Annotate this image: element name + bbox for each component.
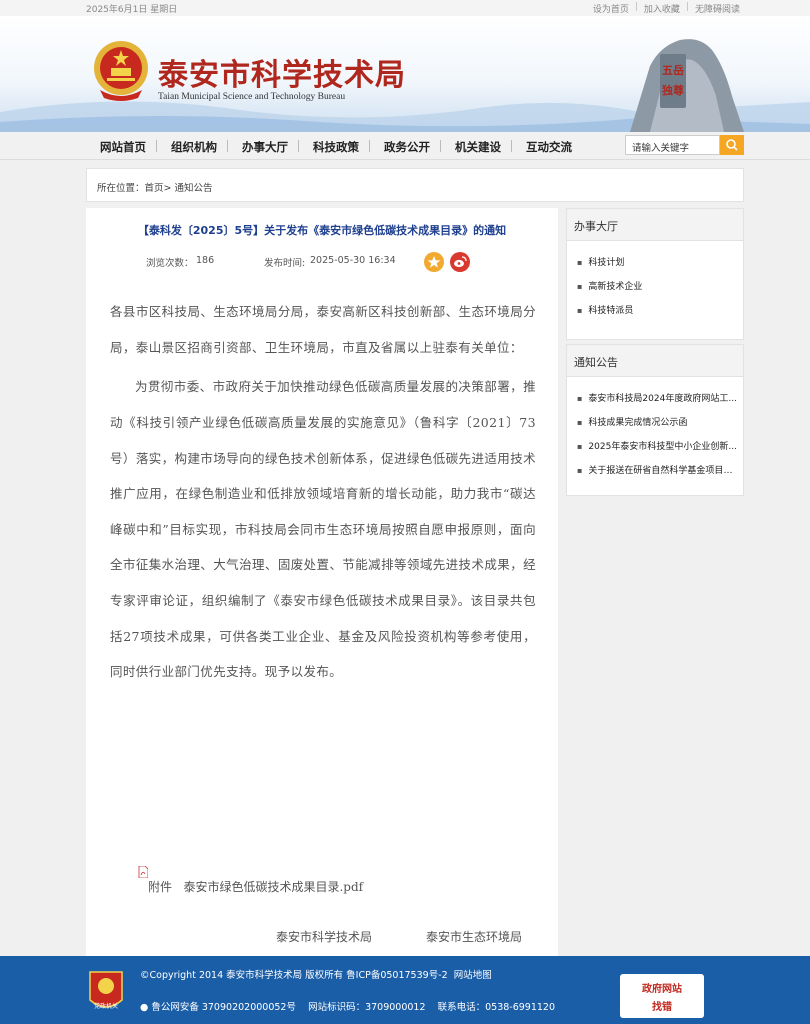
article-panel: 【泰科发〔2025〕5号】关于发布《泰安市绿色低碳技术成果目录》的通知 浏览次数… [86, 208, 558, 956]
footer-line-1: ©Copyright 2014 泰安市科学技术局 版权所有 鲁ICP备05017… [140, 967, 492, 981]
breadcrumb: 所在位置：首页> 通知公告 [86, 168, 744, 202]
sidebar-notices-list: 泰安市科技局2024年度政府网站工... 科技成果完成情况公示函 2025年泰安… [567, 377, 743, 489]
views-count: 186 [196, 255, 215, 266]
nav-item-government-affairs[interactable]: 政务公开 [384, 139, 430, 155]
sidebar-item-tech-plan[interactable]: 科技计划 [577, 251, 743, 275]
top-links: 设为首页 | 加入收藏 | 无障碍阅读 [593, 2, 740, 15]
star-icon [427, 256, 441, 268]
national-emblem-icon [94, 41, 148, 101]
breadcrumb-label: 所在位置： [97, 183, 145, 194]
site-banner: 泰安市科学技术局 Taian Municipal Science and Tec… [0, 16, 810, 132]
pdf-icon [138, 866, 148, 878]
svg-text:独尊: 独尊 [661, 83, 684, 97]
search-button[interactable] [720, 135, 744, 155]
breadcrumb-home[interactable]: 首页 [145, 183, 164, 194]
breadcrumb-current[interactable]: 通知公告 [175, 183, 213, 194]
sidebar-notice-item[interactable]: 泰安市科技局2024年度政府网站工... [577, 387, 743, 411]
nav-item-organ-building[interactable]: 机关建设 [455, 139, 501, 155]
signer-science-bureau: 泰安市科学技术局 [276, 930, 373, 944]
nav-item-service-hall[interactable]: 办事大厅 [242, 139, 288, 155]
svg-text:五岳: 五岳 [662, 63, 684, 77]
article-paragraph: 为贯彻市委、市政府关于加快推动绿色低碳高质量发展的决策部署，推动《科技引领产业绿… [110, 379, 536, 680]
sidebar-notice-item[interactable]: 2025年泰安市科技型中小企业创新... [577, 435, 743, 459]
nav-item-policy[interactable]: 科技政策 [313, 139, 359, 155]
site-title: 泰安市科学技术局 [158, 58, 406, 93]
sidebar-notices-title: 通知公告 [567, 345, 743, 377]
set-home-link[interactable]: 设为首页 [593, 2, 629, 15]
share-qzone-button[interactable] [424, 252, 444, 272]
site-footer: 党政机关 ©Copyright 2014 泰安市科学技术局 版权所有 鲁ICP备… [0, 956, 810, 1024]
attachment-link[interactable]: 泰安市绿色低碳技术成果目录.pdf [183, 880, 363, 894]
site-subtitle: Taian Municipal Science and Technology B… [158, 92, 346, 102]
search-icon [726, 139, 738, 151]
sidebar-service-title: 办事大厅 [567, 209, 743, 241]
mount-tai-image: 五岳 独尊 [630, 39, 744, 132]
sidebar-item-tech-commissioner[interactable]: 科技特派员 [577, 299, 743, 323]
nav-divider [369, 140, 370, 152]
sidebar-service-list: 科技计划 高新技术企业 科技特派员 [567, 241, 743, 329]
nav-divider [440, 140, 441, 152]
svg-text:党政机关: 党政机关 [94, 1002, 118, 1010]
search-input[interactable]: 请输入关键字 [625, 135, 720, 155]
published-label: 发布时间: [264, 258, 306, 269]
sidebar-notice-item[interactable]: 科技成果完成情况公示函 [577, 411, 743, 435]
published-time: 2025-05-30 16:34 [310, 255, 396, 266]
attachment-label: 附件 [148, 880, 173, 894]
attachment-row: 附件 泰安市绿色低碳技术成果目录.pdf [148, 878, 363, 895]
views-label: 浏览次数： [146, 258, 194, 269]
breadcrumb-separator: > [163, 183, 175, 194]
article-body: 各县市区科技局、生态环境局分局，泰安高新区科技创新部、生态环境局分局，泰山景区招… [110, 294, 536, 690]
sidebar-service-hall: 办事大厅 科技计划 高新技术企业 科技特派员 [566, 208, 744, 340]
nav-item-interaction[interactable]: 互动交流 [526, 139, 572, 155]
footer-copyright: ©Copyright 2014 泰安市科学技术局 版权所有 鲁ICP备05017… [140, 970, 448, 981]
current-date: 2025年6月1日 星期日 [86, 5, 178, 15]
article-salutation: 各县市区科技局、生态环境局分局，泰安高新区科技创新部、生态环境局分局，泰山景区招… [110, 304, 536, 355]
top-bar: 2025年6月1日 星期日 设为首页 | 加入收藏 | 无障碍阅读 [0, 0, 810, 16]
footer-sitemap-link[interactable]: 网站地图 [454, 970, 492, 981]
weibo-icon [454, 256, 467, 268]
article-title: 【泰科发〔2025〕5号】关于发布《泰安市绿色低碳技术成果目录》的通知 [137, 224, 507, 237]
police-icon: ● [140, 1002, 149, 1013]
separator: | [685, 2, 689, 12]
sidebar-item-hightech-enterprise[interactable]: 高新技术企业 [577, 275, 743, 299]
signer-environment-bureau: 泰安市生态环境局 [426, 930, 523, 944]
party-gov-badge-icon[interactable]: 党政机关 [86, 970, 126, 1014]
sidebar-notices: 通知公告 泰安市科技局2024年度政府网站工... 科技成果完成情况公示函 20… [566, 344, 744, 496]
separator: | [634, 2, 638, 12]
nav-divider [298, 140, 299, 152]
footer-phone: 联系电话：0538-6991120 [437, 1002, 556, 1013]
footer-line-2: ● 鲁公网安备 37090202000052号 网站标识码：3709000012… [140, 999, 555, 1013]
nav-item-organization[interactable]: 组织机构 [171, 139, 217, 155]
gov-site-error-finder[interactable]: 政府网站 找错 [620, 974, 704, 1018]
nav-divider [227, 140, 228, 152]
nav-divider [511, 140, 512, 152]
nav-item-home[interactable]: 网站首页 [100, 139, 146, 155]
footer-police-record[interactable]: 鲁公网安备 37090202000052号 [151, 1002, 296, 1013]
gov-site-label: 政府网站 [642, 984, 682, 995]
error-finder-label: 找错 [652, 1002, 672, 1013]
sidebar-notice-item[interactable]: 关于报送在研省自然科学基金项目执行... [577, 459, 743, 483]
share-weibo-button[interactable] [450, 252, 470, 272]
add-favorite-link[interactable]: 加入收藏 [644, 2, 680, 15]
accessible-reading-link[interactable]: 无障碍阅读 [695, 2, 740, 15]
nav-divider [156, 140, 157, 152]
footer-site-code: 网站标识码：3709000012 [308, 1002, 426, 1013]
